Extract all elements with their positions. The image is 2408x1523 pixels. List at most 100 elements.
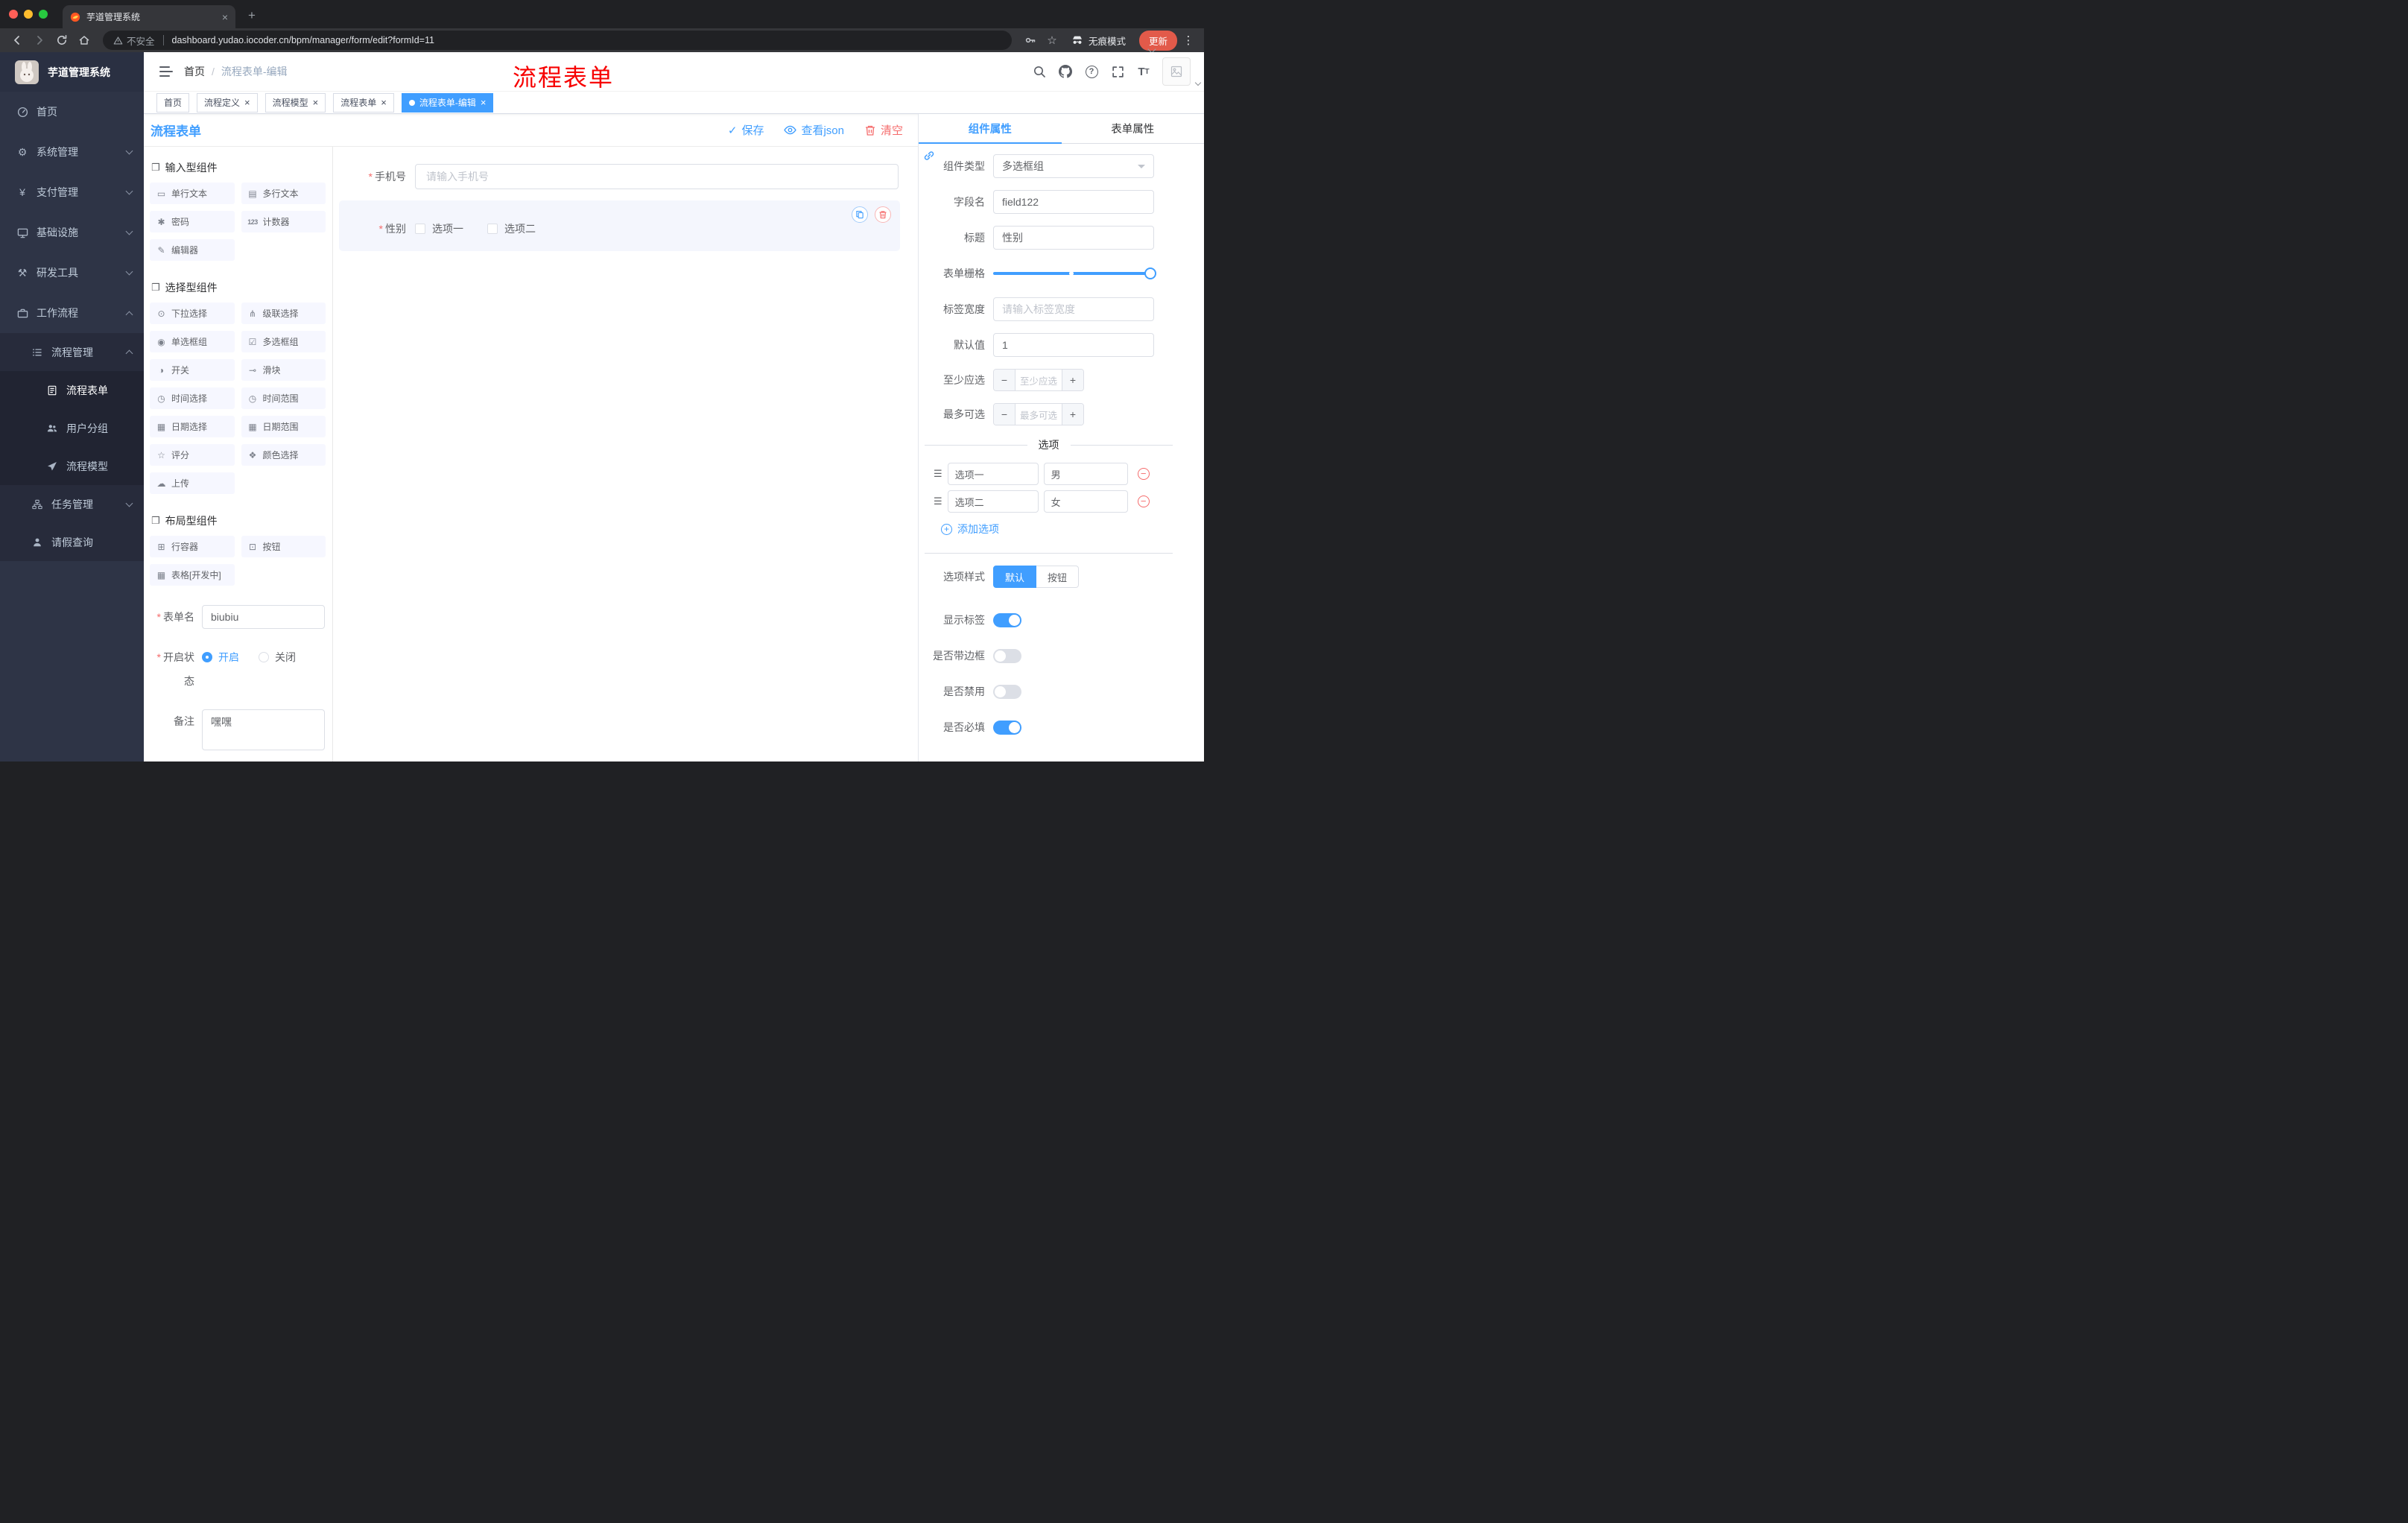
copy-widget-button[interactable] — [852, 206, 868, 223]
style-default-button[interactable]: 默认 — [993, 566, 1037, 588]
palette-item-password[interactable]: ✱ 密码 — [150, 211, 235, 232]
avatar[interactable] — [1162, 57, 1202, 86]
sidebar-item-devtools[interactable]: ⚒ 研发工具 — [0, 253, 144, 293]
field-name-input[interactable]: field122 — [993, 190, 1154, 214]
font-size-icon[interactable]: TT — [1136, 64, 1151, 79]
phone-input[interactable]: 请输入手机号 — [415, 164, 899, 189]
required-switch[interactable] — [993, 720, 1021, 735]
slider-track[interactable] — [993, 267, 1156, 279]
palette-item-single-text[interactable]: ▭ 单行文本 — [150, 183, 235, 204]
palette-item-slider[interactable]: ⊸ 滑块 — [241, 359, 326, 381]
link-icon[interactable] — [923, 150, 935, 165]
drag-handle-icon[interactable]: ☰ — [934, 468, 942, 480]
back-icon[interactable] — [7, 31, 27, 50]
gender-option1-checkbox[interactable]: 选项一 — [415, 221, 463, 236]
sidebar-item-leave-query[interactable]: 请假查询 — [0, 523, 144, 561]
palette-item-rate[interactable]: ☆ 评分 — [150, 444, 235, 466]
border-switch[interactable] — [993, 648, 1021, 663]
decrease-button[interactable]: − — [994, 404, 1016, 425]
disabled-switch[interactable] — [993, 684, 1021, 699]
sidebar-item-process-model[interactable]: 流程模型 — [0, 447, 144, 485]
status-on-radio[interactable]: 开启 — [202, 650, 239, 665]
clear-button[interactable]: 清空 — [864, 122, 903, 138]
tab-form-properties[interactable]: 表单属性 — [1062, 114, 1205, 143]
sidebar-item-system[interactable]: ⚙ 系统管理 — [0, 132, 144, 172]
minimize-window-button[interactable] — [24, 10, 33, 19]
palette-item-editor[interactable]: ✎ 编辑器 — [150, 239, 235, 261]
palette-item-cascader[interactable]: ⋔ 级联选择 — [241, 303, 326, 324]
new-tab-button[interactable]: + — [244, 8, 259, 23]
sidebar-item-payment[interactable]: ¥ 支付管理 — [0, 172, 144, 212]
option-label-input[interactable]: 选项一 — [947, 463, 1039, 485]
min-select-input[interactable]: 至少应选 — [1016, 370, 1062, 390]
option-label-input[interactable]: 选项二 — [947, 490, 1039, 513]
sidebar-item-user-group[interactable]: 用户分组 — [0, 409, 144, 447]
home-icon[interactable] — [75, 31, 94, 50]
increase-button[interactable]: + — [1062, 404, 1083, 425]
address-bar[interactable]: 不安全 dashboard.yudao.iocoder.cn/bpm/manag… — [103, 31, 1012, 50]
slider-handle[interactable] — [1144, 267, 1156, 279]
palette-item-select[interactable]: ⊙ 下拉选择 — [150, 303, 235, 324]
form-grid-slider[interactable] — [993, 262, 1156, 285]
bookmark-icon[interactable]: ☆ — [1043, 34, 1061, 47]
remove-option-button[interactable]: − — [1137, 495, 1150, 507]
sidebar-logo[interactable]: 芋道管理系统 — [0, 52, 144, 92]
close-icon[interactable]: × — [481, 97, 487, 108]
option-value-input[interactable]: 女 — [1043, 490, 1128, 513]
save-button[interactable]: ✓ 保存 — [728, 122, 764, 138]
palette-item-table[interactable]: ▦ 表格[开发中] — [150, 564, 235, 586]
palette-item-time[interactable]: ◷ 时间选择 — [150, 387, 235, 409]
widget-gender-selected[interactable]: * 性别 选项一 选项二 — [339, 200, 900, 251]
sidebar-item-process-management[interactable]: 流程管理 — [0, 333, 144, 371]
show-label-switch[interactable] — [993, 612, 1021, 627]
tag-process-model[interactable]: 流程模型 × — [264, 92, 326, 113]
browser-tab[interactable]: 芋道管理系统 × — [63, 5, 235, 28]
max-select-input[interactable]: 最多可选 — [1016, 404, 1062, 425]
sidebar-item-process-form[interactable]: 流程表单 — [0, 371, 144, 409]
sidebar-item-home[interactable]: 首页 — [0, 92, 144, 132]
title-input[interactable]: 性别 — [993, 226, 1154, 250]
search-icon[interactable] — [1032, 64, 1047, 79]
form-name-input[interactable]: biubiu — [202, 605, 325, 629]
update-button[interactable]: 更新 — [1138, 30, 1177, 51]
option-value-input[interactable]: 男 — [1043, 463, 1128, 485]
form-remark-textarea[interactable]: 嘿嘿 — [202, 709, 325, 750]
decrease-button[interactable]: − — [994, 370, 1016, 390]
widget-phone[interactable]: * 手机号 请输入手机号 — [339, 160, 900, 193]
forward-icon[interactable] — [30, 31, 49, 50]
help-icon[interactable]: ? — [1084, 64, 1099, 79]
github-icon[interactable] — [1058, 64, 1073, 79]
palette-item-counter[interactable]: 123 计数器 — [241, 211, 326, 232]
view-json-button[interactable]: 查看json — [784, 122, 844, 138]
style-button-button[interactable]: 按钮 — [1036, 566, 1080, 588]
password-key-icon[interactable] — [1021, 31, 1040, 50]
fullscreen-icon[interactable] — [1110, 64, 1125, 79]
palette-item-radio-group[interactable]: ◉ 单选框组 — [150, 331, 235, 352]
tab-component-properties[interactable]: 组件属性 — [919, 114, 1062, 144]
label-width-input[interactable]: 请输入标签宽度 — [993, 297, 1154, 321]
palette-item-upload[interactable]: ☁ 上传 — [150, 472, 235, 494]
close-tab-icon[interactable]: × — [222, 11, 228, 23]
palette-item-switch[interactable]: ◑ 开关 — [150, 359, 235, 381]
breadcrumb-home[interactable]: 首页 — [184, 64, 205, 79]
checkbox[interactable] — [415, 224, 425, 234]
sidebar-item-workflow[interactable]: 工作流程 — [0, 293, 144, 333]
maximize-window-button[interactable] — [39, 10, 48, 19]
palette-item-row-container[interactable]: ⊞ 行容器 — [150, 536, 235, 557]
close-icon[interactable]: × — [244, 97, 250, 108]
component-type-select[interactable]: 多选框组 — [993, 154, 1154, 178]
close-window-button[interactable] — [9, 10, 18, 19]
palette-item-checkbox-group[interactable]: ☑ 多选框组 — [241, 331, 326, 352]
tag-process-definition[interactable]: 流程定义 × — [197, 92, 258, 113]
palette-item-multi-text[interactable]: ▤ 多行文本 — [241, 183, 326, 204]
delete-widget-button[interactable] — [875, 206, 891, 223]
checkbox[interactable] — [487, 224, 498, 234]
default-value-input[interactable]: 1 — [993, 333, 1154, 357]
add-option-button[interactable]: + 添加选项 — [941, 522, 1189, 536]
reload-icon[interactable] — [52, 31, 72, 50]
tag-home[interactable]: 首页 — [156, 92, 190, 113]
close-icon[interactable]: × — [381, 97, 387, 108]
palette-item-date[interactable]: ▦ 日期选择 — [150, 416, 235, 437]
browser-menu-icon[interactable]: ⋮ — [1180, 34, 1197, 47]
gender-option2-checkbox[interactable]: 选项二 — [487, 221, 536, 236]
